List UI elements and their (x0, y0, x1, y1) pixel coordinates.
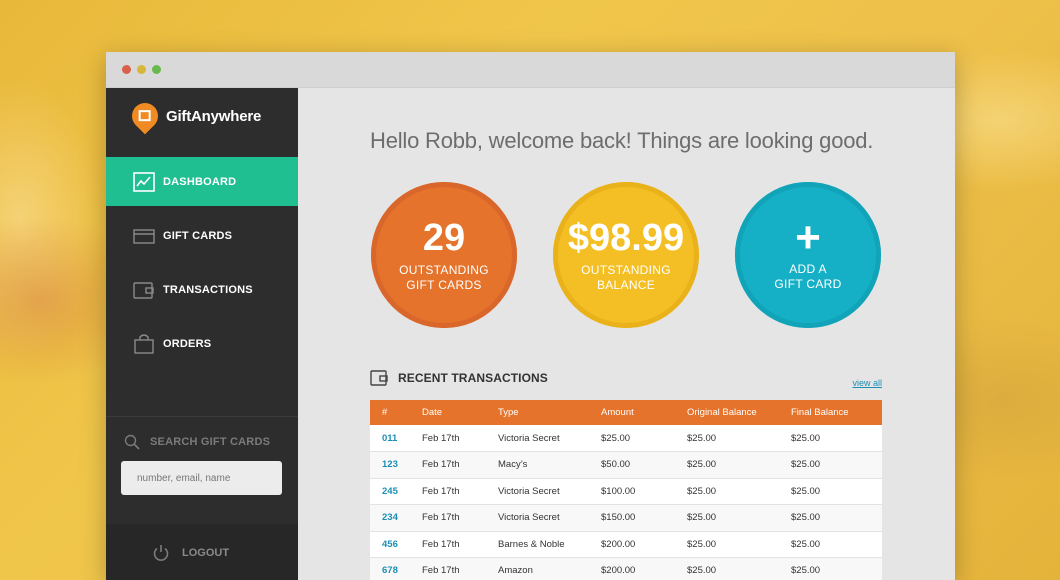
table-cell: $25.00 (791, 557, 882, 580)
table-cell: Victoria Secret (498, 504, 601, 532)
outstanding-gift-cards-stat: 29 OUTSTANDING GIFT CARDS (371, 182, 517, 328)
logo-text-bold: Gift (166, 107, 192, 125)
table-cell: $25.00 (687, 557, 791, 580)
view-all-link[interactable]: view all (852, 378, 882, 388)
search-input[interactable] (121, 461, 282, 495)
column-header[interactable]: Date (422, 400, 498, 425)
table-cell: Feb 17th (422, 557, 498, 580)
table-cell: $25.00 (687, 478, 791, 505)
add-gift-card-button[interactable]: + ADD A GIFT CARD (735, 182, 881, 328)
sidebar-item-transactions[interactable]: TRANSACTIONS (106, 265, 298, 314)
sidebar-item-gift-cards[interactable]: GIFT CARDS (106, 211, 298, 260)
transaction-id-link[interactable]: 011 (370, 425, 422, 452)
table-cell: Barnes & Noble (498, 531, 601, 558)
transaction-id-link[interactable]: 456 (370, 531, 422, 558)
wallet-icon (133, 280, 155, 300)
table-cell: $25.00 (687, 531, 791, 558)
table-cell: $25.00 (601, 425, 687, 452)
stat-label-line2: BALANCE (596, 278, 656, 292)
close-window-button[interactable] (122, 65, 131, 74)
table-cell: $25.00 (791, 478, 882, 505)
chart-icon (133, 171, 155, 192)
sidebar-item-label: GIFT CARDS (163, 229, 233, 242)
table-cell: $25.00 (791, 504, 882, 532)
table-cell: Feb 17th (422, 451, 498, 479)
stat-label-line2: GIFT CARDS (406, 278, 482, 292)
column-header[interactable]: # (370, 400, 422, 425)
transaction-id-link[interactable]: 123 (370, 451, 422, 479)
column-header[interactable]: Original Balance (687, 400, 791, 425)
table-cell: $50.00 (601, 451, 687, 479)
table-cell: $25.00 (791, 531, 882, 558)
table-header-row: # Date Type Amount Original Balance Fina… (370, 400, 882, 425)
table-cell: Feb 17th (422, 478, 498, 505)
search-label-text: SEARCH GIFT CARDS (150, 436, 271, 448)
table-row[interactable]: 456 Feb 17th Barnes & Noble $200.00 $25.… (370, 531, 882, 558)
bag-icon (133, 333, 155, 354)
stat-label-line1: OUTSTANDING (581, 263, 671, 277)
transaction-id-link[interactable]: 234 (370, 504, 422, 532)
table-cell: $25.00 (687, 425, 791, 452)
stat-label-line1: OUTSTANDING (399, 263, 489, 277)
transaction-id-link[interactable]: 245 (370, 478, 422, 505)
outstanding-balance-stat: $98.99 OUTSTANDING BALANCE (553, 182, 699, 328)
sidebar-divider (106, 416, 298, 417)
table-cell: Victoria Secret (498, 425, 601, 452)
table-cell: Amazon (498, 557, 601, 580)
table-cell: $25.00 (791, 425, 882, 452)
logout-area: LOGOUT (106, 524, 298, 580)
button-label-line1: ADD A (789, 262, 827, 276)
table-cell: Feb 17th (422, 531, 498, 558)
power-icon (153, 545, 169, 561)
recent-transactions-header: RECENT TRANSACTIONS view all (370, 370, 882, 388)
logout-button[interactable]: LOGOUT (152, 544, 229, 562)
window-titlebar (106, 52, 955, 88)
button-label-line2: GIFT CARD (774, 277, 842, 291)
table-cell: $25.00 (687, 504, 791, 532)
search-gift-cards-label: SEARCH GIFT CARDS (124, 434, 270, 450)
logo-text-rest: Anywhere (191, 107, 262, 125)
app-logo[interactable]: GiftAnywhere (126, 97, 262, 135)
transactions-table: # Date Type Amount Original Balance Fina… (370, 400, 882, 580)
stat-value: 29 (422, 217, 466, 259)
sidebar-item-label: TRANSACTIONS (163, 283, 253, 296)
gift-pin-icon (126, 97, 164, 135)
stat-value: $98.99 (567, 217, 685, 259)
wallet-icon (370, 370, 388, 386)
table-cell: $200.00 (601, 557, 687, 580)
table-cell: $150.00 (601, 504, 687, 532)
table-row[interactable]: 245 Feb 17th Victoria Secret $100.00 $25… (370, 478, 882, 505)
column-header[interactable]: Final Balance (791, 400, 882, 425)
sidebar-item-orders[interactable]: ORDERS (106, 319, 298, 368)
maximize-window-button[interactable] (152, 65, 161, 74)
welcome-greeting: Hello Robb, welcome back! Things are loo… (370, 128, 874, 153)
minimize-window-button[interactable] (137, 65, 146, 74)
table-cell: $100.00 (601, 478, 687, 505)
main-content: Hello Robb, welcome back! Things are loo… (298, 88, 955, 580)
sidebar: GiftAnywhere DASHBOARD GIFT CARDS TRANSA… (106, 88, 298, 580)
table-row[interactable]: 123 Feb 17th Macy’s $50.00 $25.00 $25.00 (370, 451, 882, 479)
table-row[interactable]: 234 Feb 17th Victoria Secret $150.00 $25… (370, 504, 882, 532)
column-header[interactable]: Type (498, 400, 601, 425)
browser-window: GiftAnywhere DASHBOARD GIFT CARDS TRANSA… (106, 52, 955, 580)
sidebar-item-label: ORDERS (163, 337, 212, 350)
table-row[interactable]: 011 Feb 17th Victoria Secret $25.00 $25.… (370, 425, 882, 452)
transaction-id-link[interactable]: 678 (370, 557, 422, 580)
table-cell: $200.00 (601, 531, 687, 558)
table-cell: Feb 17th (422, 425, 498, 452)
table-cell: $25.00 (791, 451, 882, 479)
sidebar-item-dashboard[interactable]: DASHBOARD (106, 157, 298, 206)
table-cell: Feb 17th (422, 504, 498, 532)
table-cell: Victoria Secret (498, 478, 601, 505)
search-icon (124, 434, 140, 450)
column-header[interactable]: Amount (601, 400, 687, 425)
logout-label: LOGOUT (182, 547, 230, 559)
table-row[interactable]: 678 Feb 17th Amazon $200.00 $25.00 $25.0… (370, 557, 882, 580)
plus-icon: + (795, 213, 821, 262)
table-cell: Macy’s (498, 451, 601, 479)
card-icon (133, 226, 155, 246)
table-cell: $25.00 (687, 451, 791, 479)
recent-transactions-title: RECENT TRANSACTIONS (398, 371, 548, 385)
sidebar-item-label: DASHBOARD (163, 175, 237, 188)
